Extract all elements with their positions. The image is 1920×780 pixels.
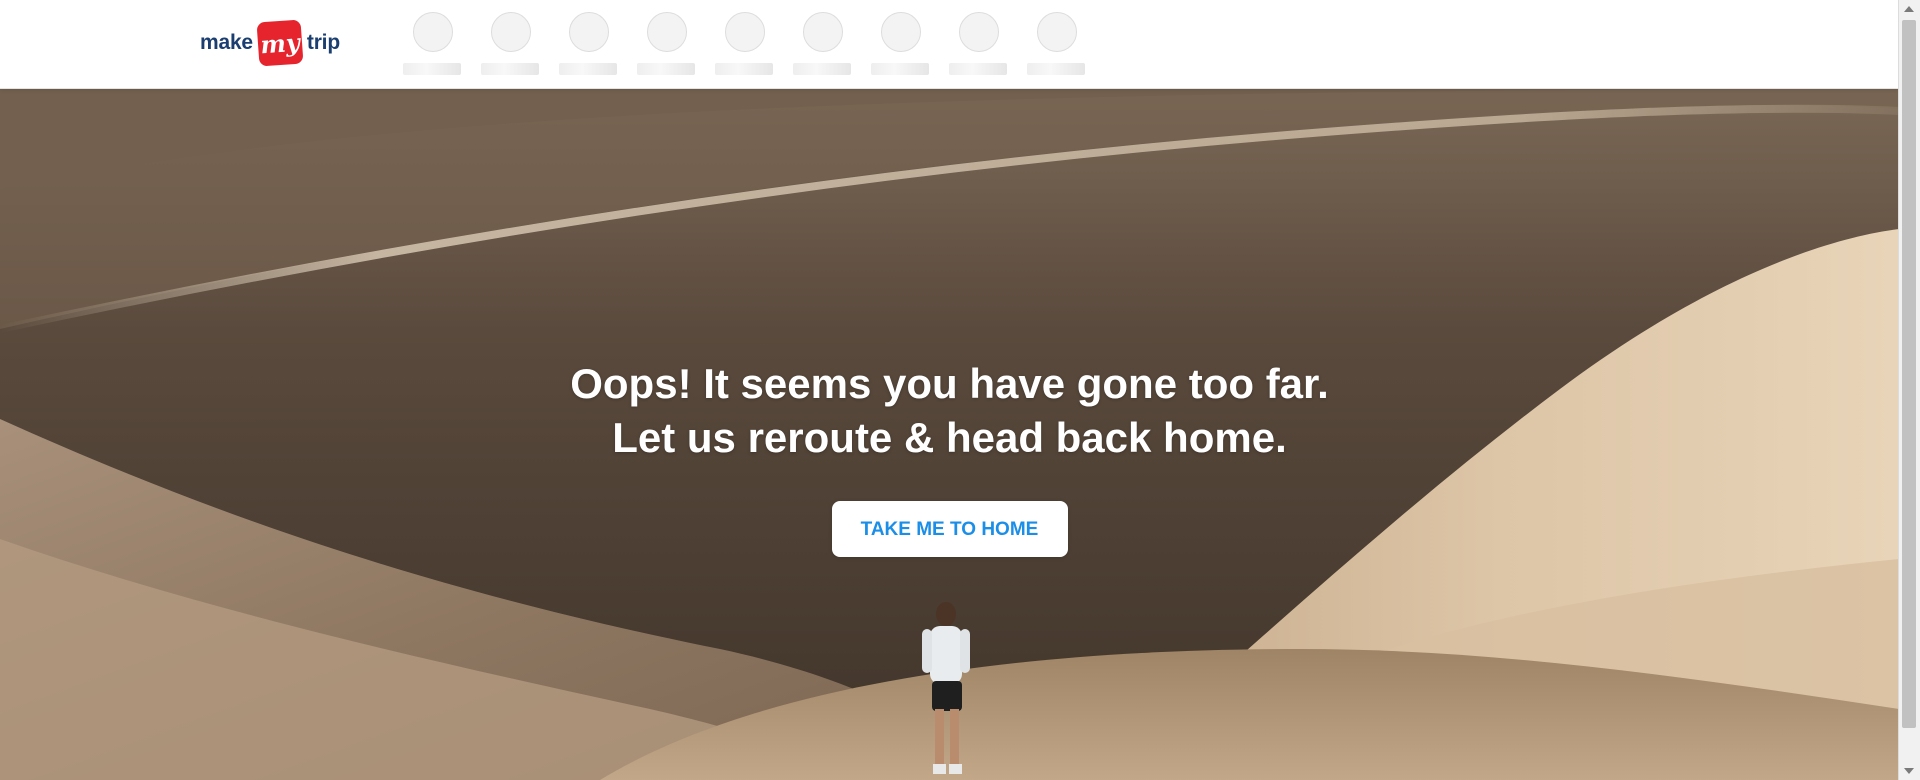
nav-skeleton-item[interactable] (793, 12, 851, 78)
scroll-down-arrow-icon[interactable] (1904, 768, 1914, 774)
skeleton-label-bar (559, 63, 617, 75)
nav-skeleton-item[interactable] (403, 12, 461, 78)
skeleton-label-bar (949, 63, 1007, 75)
nav-skeleton-item[interactable] (481, 12, 539, 78)
skeleton-circle-icon (725, 12, 765, 52)
skeleton-label-bar (1027, 63, 1085, 75)
skeleton-circle-icon (959, 12, 999, 52)
makemytrip-logo[interactable]: make my trip (200, 19, 340, 67)
skeleton-label-bar (637, 63, 695, 75)
skeleton-label-bar (871, 63, 929, 75)
nav-skeleton-item[interactable] (949, 12, 1007, 78)
skeleton-label-bar (481, 63, 539, 75)
skeleton-circle-icon (569, 12, 609, 52)
scrollbar-thumb[interactable] (1902, 20, 1916, 728)
nav-skeleton-item[interactable] (715, 12, 773, 78)
logo-text-make: make (200, 31, 253, 54)
logo-text-trip: trip (306, 31, 340, 54)
skeleton-label-bar (715, 63, 773, 75)
skeleton-circle-icon (413, 12, 453, 52)
skeleton-circle-icon (491, 12, 531, 52)
skeleton-label-bar (403, 63, 461, 75)
error-message-block: Oops! It seems you have gone too far. Le… (0, 357, 1899, 557)
nav-skeleton-item[interactable] (637, 12, 695, 78)
nav-skeleton (403, 12, 1085, 78)
page: make my trip Oops! It seems you have gon… (0, 0, 1920, 780)
nav-skeleton-item[interactable] (871, 12, 929, 78)
nav-skeleton-item[interactable] (559, 12, 617, 78)
hero-section: Oops! It seems you have gone too far. Le… (0, 89, 1899, 780)
error-headline: Oops! It seems you have gone too far. Le… (0, 357, 1899, 465)
top-header: make my trip (0, 0, 1899, 89)
skeleton-circle-icon (647, 12, 687, 52)
vertical-scrollbar[interactable] (1898, 0, 1920, 780)
scroll-up-arrow-icon[interactable] (1904, 6, 1914, 12)
skeleton-circle-icon (1037, 12, 1077, 52)
headline-line-2: Let us reroute & head back home. (612, 414, 1287, 461)
skeleton-circle-icon (881, 12, 921, 52)
skeleton-label-bar (793, 63, 851, 75)
nav-skeleton-item[interactable] (1027, 12, 1085, 78)
skeleton-circle-icon (803, 12, 843, 52)
logo-badge: my (256, 19, 304, 67)
headline-line-1: Oops! It seems you have gone too far. (570, 360, 1329, 407)
take-me-home-button[interactable]: TAKE ME TO HOME (831, 501, 1068, 557)
